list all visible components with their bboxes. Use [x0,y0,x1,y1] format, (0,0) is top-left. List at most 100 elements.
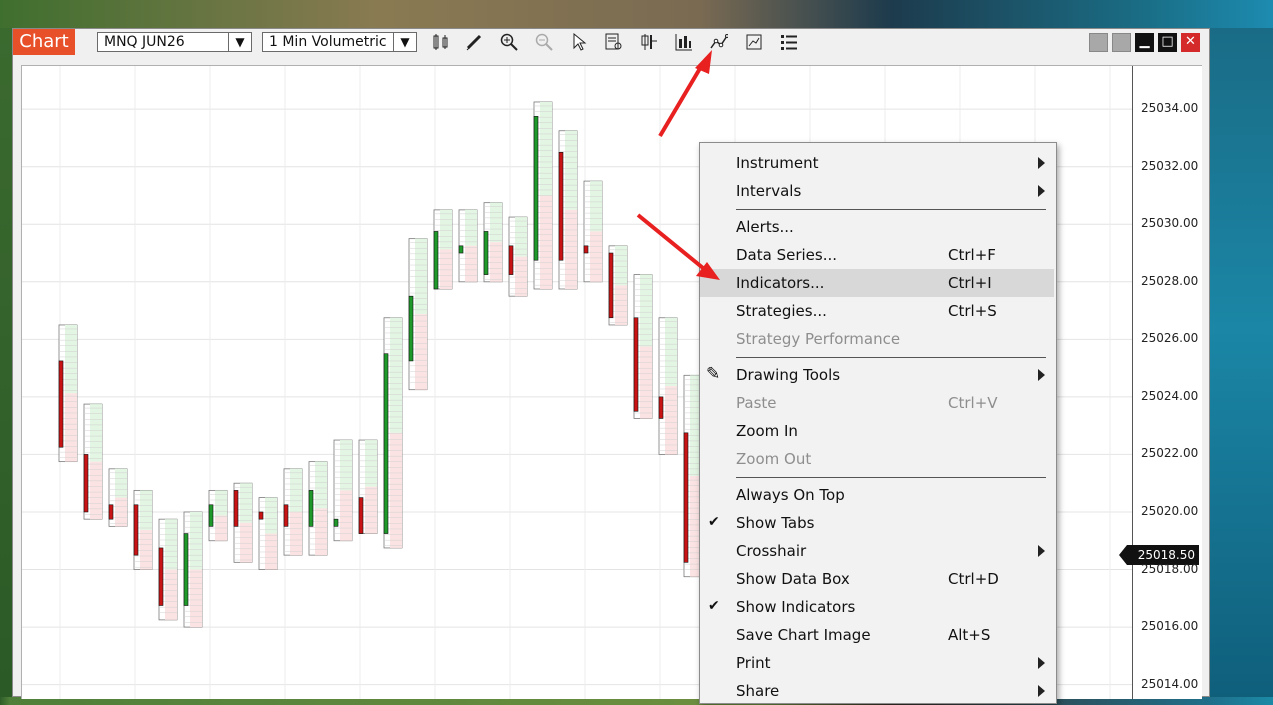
chart-toolbar: Chart MNQ JUN26 ▼ 1 Min Volumetric ▼ ▁ □… [13,29,1209,55]
footprint-bid-shade [140,529,152,570]
menu-item-show-data-box[interactable]: Show Data Box Ctrl+D [700,565,1054,593]
footprint-ask-shade [340,440,352,491]
candle [408,238,428,391]
menu-item-intervals[interactable]: Intervals [700,177,1054,205]
instrument-value: MNQ JUN26 [104,34,185,50]
candle [358,439,378,534]
footprint-bid-shade [190,569,202,628]
footprint-bid-shade [240,522,252,563]
pencil-icon: ✎ [706,364,721,384]
interval-selector[interactable]: 1 Min Volumetric ▼ [262,32,417,52]
maximize-button[interactable]: □ [1158,33,1177,52]
menu-item-drawing-tools[interactable]: ✎ Drawing Tools [700,361,1054,389]
checkmark-icon: ✔ [708,598,720,614]
strategies-icon[interactable] [743,32,765,52]
indicators-icon[interactable] [708,32,730,52]
candle-body-up [208,504,214,527]
candle [658,317,678,455]
candle-body-down [633,317,639,412]
candle-body-up [308,490,314,527]
chevron-down-icon[interactable]: ▼ [228,33,251,51]
minimize-button[interactable]: ▁ [1135,33,1154,52]
footprint-ask-shade [540,101,552,196]
candle [558,130,578,290]
close-button[interactable]: ✕ [1181,33,1200,52]
checkmark-icon: ✔ [708,514,720,530]
menu-item-crosshair[interactable]: Crosshair [700,537,1054,565]
chevron-down-icon[interactable]: ▼ [393,33,416,51]
menu-item-label: Instrument [736,154,819,172]
candle-body-down [58,360,64,448]
data-box-icon[interactable] [603,32,625,52]
candle [633,274,653,419]
footprint-ask-shade [315,461,327,509]
footprint-ask-shade [365,440,377,487]
menu-item-show-tabs[interactable]: ✔ Show Tabs [700,509,1054,537]
zoom-out-icon[interactable] [533,32,555,52]
price-axis[interactable]: 25018.50 25034.00 25032.00 25030.00 25028.0… [1119,66,1202,699]
footprint-ask-shade [140,490,152,530]
bar-type-icon[interactable] [430,32,452,52]
footprint-ask-shade [240,483,252,523]
footprint-ask-shade [590,181,602,232]
menu-item-instrument[interactable]: Instrument [700,149,1054,177]
candle-body-down [283,504,289,527]
price-tick-label: 25014.00 [1141,676,1199,691]
price-tick-label: 25018.00 [1141,561,1199,576]
candle [283,468,303,556]
menu-item-data-series[interactable]: Data Series... Ctrl+F [700,241,1054,269]
candle-body-up [383,353,389,534]
price-tick-label: 25028.00 [1141,273,1199,288]
menu-item-strategy-performance: Strategy Performance [700,325,1054,353]
chart-tab[interactable]: Chart [13,29,75,55]
menu-item-show-indicators[interactable]: ✔ Show Indicators [700,593,1054,621]
menu-item-always-on-top[interactable]: Always On Top [700,481,1054,509]
candle-body-down [233,490,239,527]
menu-item-print[interactable]: Print [700,649,1054,677]
menu-item-shortcut: Ctrl+D [948,570,999,588]
chart-trader-icon[interactable] [638,32,660,52]
volumetric-icon[interactable] [673,32,695,52]
menu-item-label: Crosshair [736,542,807,560]
footprint-ask-shade [290,468,302,512]
properties-list-icon[interactable] [778,32,800,52]
menu-item-label: Drawing Tools [736,366,841,384]
instrument-link-button[interactable] [1112,33,1131,52]
zoom-in-icon[interactable] [498,32,520,52]
menu-item-paste: Paste Ctrl+V [700,389,1054,417]
footprint-bid-shade [565,209,577,289]
candle [608,245,628,326]
candle [308,461,328,556]
pencil-icon[interactable] [463,32,485,52]
footprint-ask-shade [515,217,527,257]
submenu-arrow-icon [1038,157,1045,169]
footprint-ask-shade [390,317,402,433]
candle-body-up [333,518,339,527]
menu-item-save-chart-image[interactable]: Save Chart Image Alt+S [700,621,1054,649]
footprint-bid-shade [515,256,527,297]
menu-item-share[interactable]: Share [700,677,1054,705]
link-button[interactable] [1089,33,1108,52]
desktop-wallpaper-top [0,0,1273,28]
candle [333,439,353,542]
menu-item-indicators[interactable]: Indicators... Ctrl+I [700,269,1054,297]
menu-item-shortcut: Alt+S [948,626,991,644]
menu-item-zoom-in[interactable]: Zoom In [700,417,1054,445]
footprint-bid-shade [640,346,652,419]
menu-item-strategies[interactable]: Strategies... Ctrl+S [700,297,1054,325]
candle [458,209,478,283]
menu-item-label: Zoom In [736,422,798,440]
footprint-bid-shade [490,242,502,282]
pointer-icon[interactable] [568,32,590,52]
menu-item-alerts[interactable]: Alerts... [700,213,1054,241]
menu-item-label: Share [736,682,780,700]
footprint-bid-shade [615,285,627,325]
price-tick-label: 25024.00 [1141,388,1199,403]
footprint-ask-shade [65,324,77,394]
candle-body-down [583,245,589,254]
menu-item-shortcut: Ctrl+I [948,274,992,292]
footprint-bid-shade [340,490,352,541]
instrument-selector[interactable]: MNQ JUN26 ▼ [97,32,252,52]
candle [583,180,603,283]
footprint-bid-shade [665,386,677,455]
